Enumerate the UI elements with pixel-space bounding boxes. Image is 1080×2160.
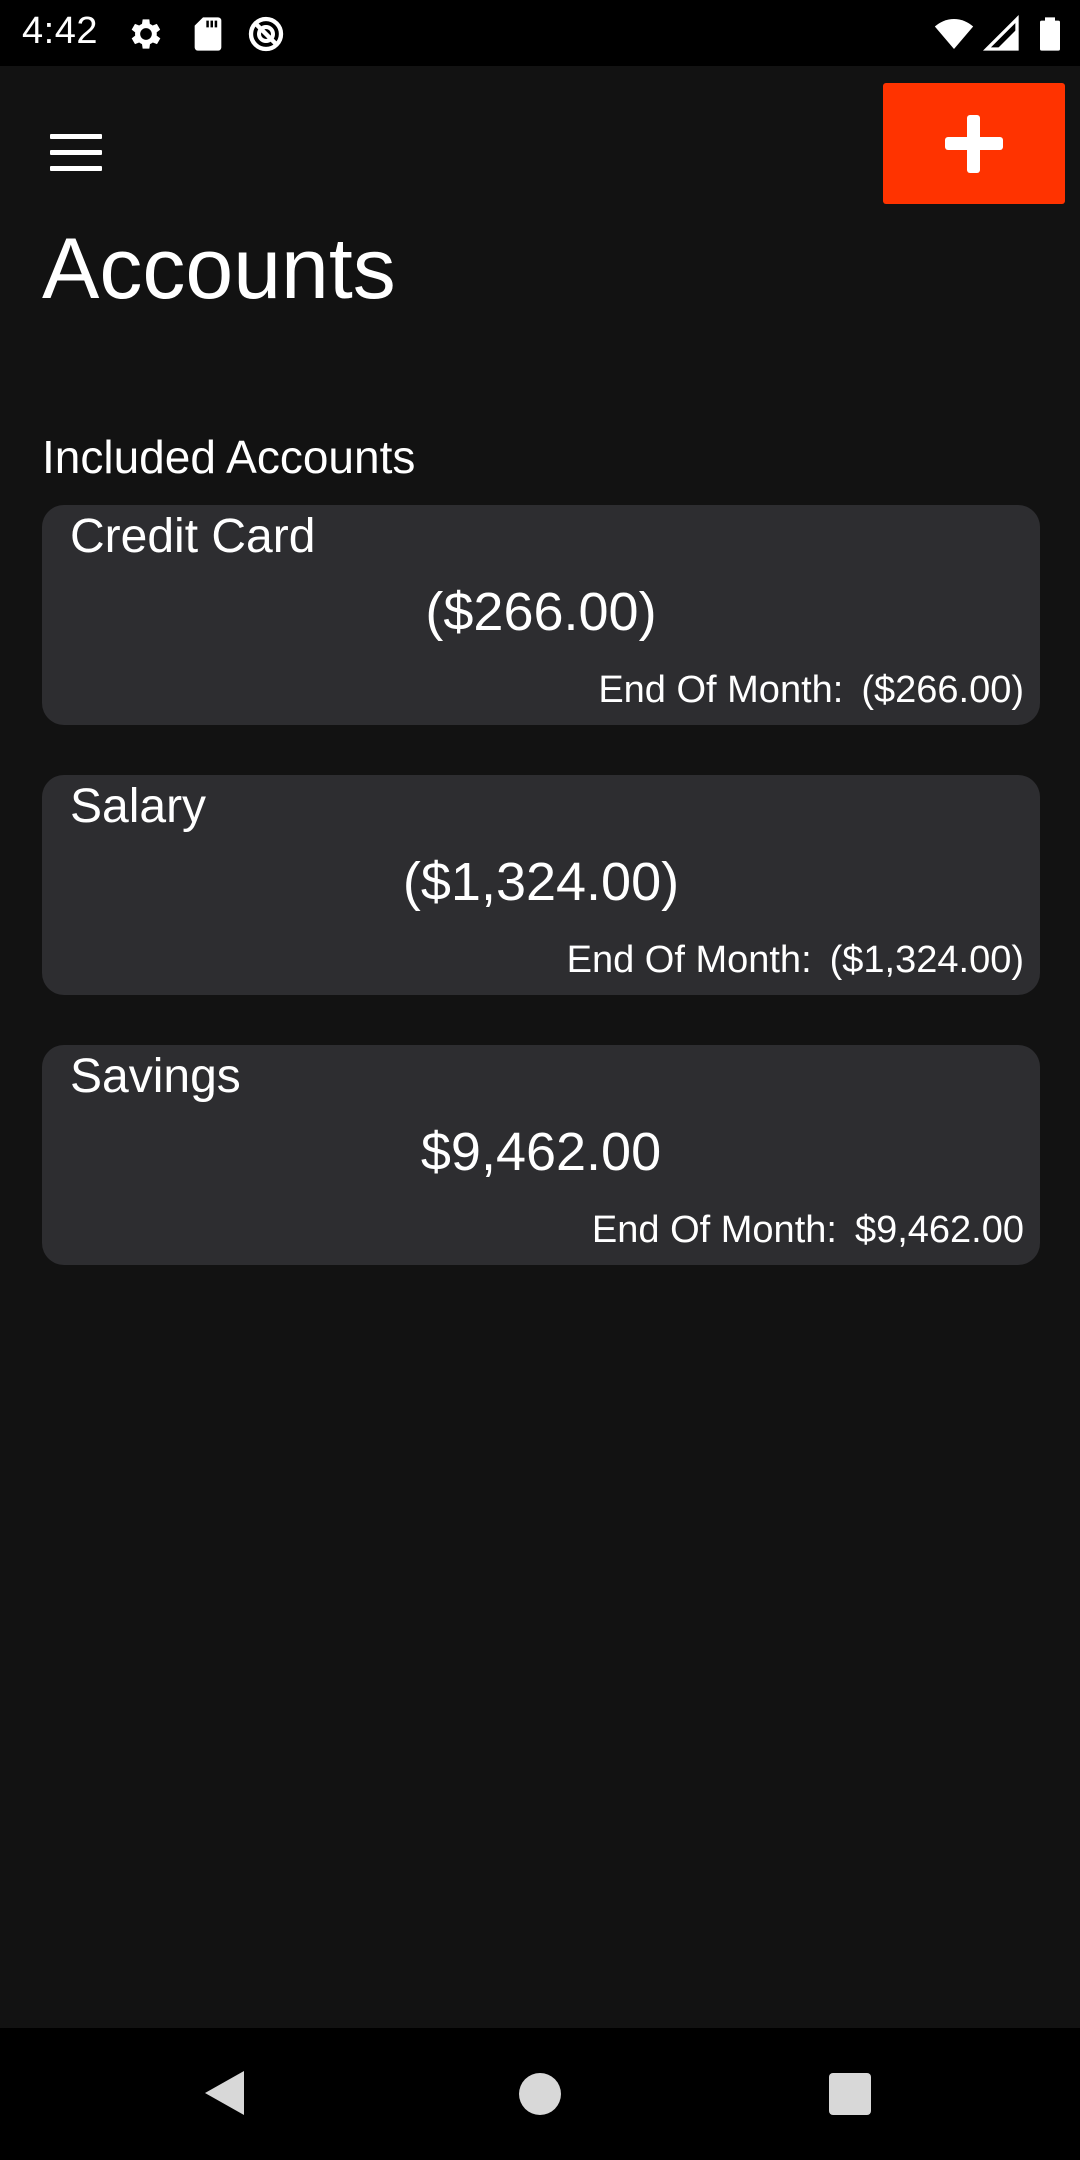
end-of-month-value: ($266.00) <box>861 669 1024 711</box>
gear-icon <box>131 19 161 49</box>
menu-line <box>50 165 102 171</box>
end-of-month-value: $9,462.00 <box>854 1209 1024 1251</box>
recents-icon[interactable] <box>828 2072 872 2116</box>
wifi-icon <box>934 19 974 49</box>
end-of-month-row: End Of Month: $9,462.00 <box>592 1209 1024 1252</box>
account-card-savings[interactable]: Savings $9,462.00 End Of Month: $9,462.00 <box>42 1045 1040 1265</box>
end-of-month-value: ($1,324.00) <box>829 939 1024 981</box>
data-saver-icon <box>248 16 284 52</box>
account-balance: ($1,324.00) <box>402 852 680 912</box>
account-balance: ($266.00) <box>425 582 657 642</box>
accounts-screen: Accounts Included Accounts Credit Card (… <box>0 66 1080 2028</box>
battery-icon <box>1040 17 1060 51</box>
back-icon[interactable] <box>202 2068 246 2118</box>
sd-card-icon <box>194 17 222 51</box>
account-balance: $9,462.00 <box>420 1122 662 1182</box>
end-of-month-row: End Of Month: ($266.00) <box>598 669 1024 712</box>
cell-signal-icon <box>982 14 1019 51</box>
account-name: Salary <box>70 780 207 833</box>
add-account-button[interactable] <box>883 83 1065 204</box>
end-of-month-label: End Of Month: <box>598 669 844 711</box>
status-time: 4:42 <box>22 10 98 52</box>
account-card-salary[interactable]: Salary ($1,324.00) End Of Month: ($1,324.… <box>42 775 1040 995</box>
system-nav-bar <box>0 2028 1080 2160</box>
account-name: Credit Card <box>70 510 316 563</box>
end-of-month-label: End Of Month: <box>566 939 812 981</box>
plus-icon-vertical <box>967 115 980 173</box>
section-label-included-accounts: Included Accounts <box>42 431 416 483</box>
end-of-month-row: End Of Month: ($1,324.00) <box>567 939 1024 982</box>
hamburger-menu-icon[interactable] <box>40 116 112 188</box>
status-bar: 4:42 <box>0 0 1080 66</box>
menu-line <box>50 133 102 139</box>
end-of-month-label: End Of Month: <box>591 1209 837 1251</box>
home-icon[interactable] <box>518 2072 562 2116</box>
account-card-credit-card[interactable]: Credit Card ($266.00) End Of Month: ($266… <box>42 505 1040 725</box>
menu-line <box>50 149 102 155</box>
account-name: Savings <box>70 1050 241 1103</box>
page-title: Accounts <box>42 221 396 317</box>
